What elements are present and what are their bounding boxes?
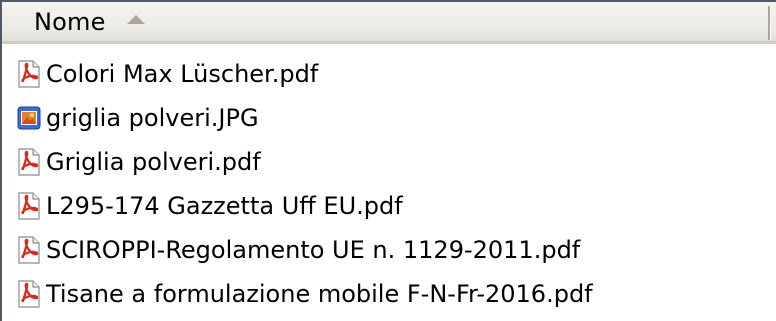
list-item[interactable]: Colori Max Lüscher.pdf [2,52,776,96]
image-file-icon [17,106,41,130]
pdf-file-icon [18,148,40,176]
file-name: Tisane a formulazione mobile F-N-Fr-2016… [46,280,593,308]
pdf-file-icon [18,280,40,308]
pdf-file-icon [18,236,40,264]
column-header-name[interactable]: Nome [2,2,768,41]
file-name: Colori Max Lüscher.pdf [46,60,319,88]
column-divider[interactable] [768,6,771,40]
pdf-file-icon [18,192,40,220]
file-name: L295-174 Gazzetta Uff EU.pdf [46,192,403,220]
pdf-file-icon [18,60,40,88]
list-item[interactable]: Griglia polveri.pdf [2,140,776,184]
file-name: SCIROPPI-Regolamento UE n. 1129-2011.pdf [46,236,581,264]
file-list-view: Nome Colori Max Lüscher.pdf griglia polv… [0,0,776,321]
file-name: griglia polveri.JPG [46,104,259,132]
file-name: Griglia polveri.pdf [46,148,261,176]
list-header: Nome [2,2,776,44]
list-item[interactable]: SCIROPPI-Regolamento UE n. 1129-2011.pdf [2,228,776,272]
list-item[interactable]: L295-174 Gazzetta Uff EU.pdf [2,184,776,228]
column-header-label: Nome [34,7,106,36]
file-list: Colori Max Lüscher.pdf griglia polveri.J… [2,52,776,316]
list-item[interactable]: griglia polveri.JPG [2,96,776,140]
sort-ascending-icon [126,15,145,24]
list-item[interactable]: Tisane a formulazione mobile F-N-Fr-2016… [2,272,776,316]
